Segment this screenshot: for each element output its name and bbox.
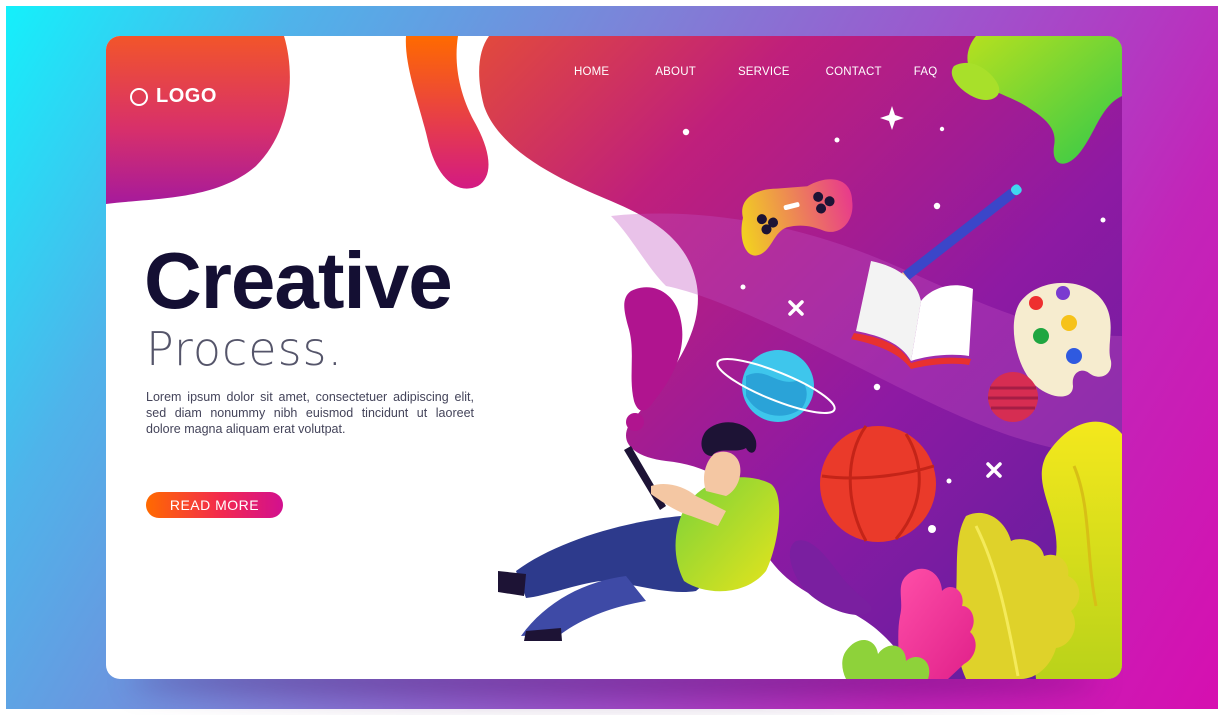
small-planet-shape [988, 372, 1038, 422]
basketball-shape [820, 425, 936, 542]
hero-subtitle: Process. [146, 322, 344, 376]
nav-item-service[interactable]: SERVICE [738, 66, 790, 78]
hero-title: Creative [144, 236, 453, 325]
hero-description: Lorem ipsum dolor sit amet, consectetuer… [146, 390, 474, 436]
main-navigation: HOME ABOUT SERVICE CONTACT FAQ [574, 66, 937, 78]
nav-item-about[interactable]: ABOUT [655, 66, 696, 78]
top-left-blob [106, 36, 290, 204]
orange-drip [405, 36, 489, 189]
site-logo[interactable]: LOGO [130, 85, 217, 108]
nav-item-contact[interactable]: CONTACT [826, 66, 882, 78]
logo-text: LOGO [156, 85, 217, 107]
nav-item-faq[interactable]: FAQ [914, 66, 938, 78]
logo-circle-icon [130, 87, 148, 106]
purple-dot [626, 413, 644, 431]
read-more-button[interactable]: READ MORE [146, 492, 283, 518]
nav-item-home[interactable]: HOME [574, 66, 609, 78]
landing-page-card: LOGO HOME ABOUT SERVICE CONTACT FAQ Crea… [106, 36, 1122, 679]
